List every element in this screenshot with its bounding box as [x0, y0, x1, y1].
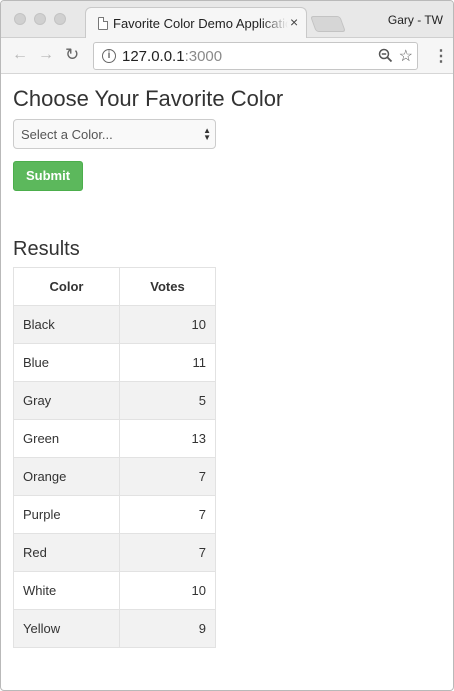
select-arrows-icon: ▲ ▼: [203, 126, 211, 142]
table-row: Green 13: [13, 419, 216, 458]
table-row: White 10: [13, 571, 216, 610]
maximize-window-button[interactable]: [54, 13, 66, 25]
color-cell: Black: [13, 305, 120, 344]
profile-name[interactable]: Gary - TW: [388, 13, 443, 27]
color-cell: Purple: [13, 495, 120, 534]
table-row: Purple 7: [13, 495, 216, 534]
arrow-right-icon[interactable]: →: [38, 46, 54, 64]
results-heading: Results: [13, 238, 80, 260]
table-row: Red 7: [13, 533, 216, 572]
votes-cell: 10: [119, 305, 216, 344]
votes-cell: 7: [119, 457, 216, 496]
kebab-menu-icon[interactable]: ⋮: [433, 46, 449, 66]
tab-title: Favorite Color Demo Application: [113, 16, 288, 31]
browser-tab[interactable]: Favorite Color Demo Application ×: [85, 7, 307, 39]
url-text[interactable]: 127.0.0.1:3000: [122, 48, 222, 65]
zoom-out-icon[interactable]: [378, 48, 393, 66]
document-icon: [98, 17, 108, 30]
star-icon[interactable]: ☆: [399, 46, 413, 66]
votes-cell: 5: [119, 381, 216, 420]
color-cell: Gray: [13, 381, 120, 420]
votes-cell: 13: [119, 419, 216, 458]
info-icon[interactable]: i: [102, 49, 116, 63]
votes-cell: 11: [119, 343, 216, 382]
color-select-value: Select a Color...: [21, 127, 113, 142]
address-bar[interactable]: i 127.0.0.1:3000 ☆: [93, 42, 418, 70]
votes-cell: 10: [119, 571, 216, 610]
tab-strip: Favorite Color Demo Application × Gary -…: [1, 1, 453, 39]
column-header-votes: Votes: [119, 267, 216, 306]
votes-cell: 7: [119, 533, 216, 572]
table-row: Black 10: [13, 305, 216, 344]
table-row: Yellow 9: [13, 609, 216, 648]
color-cell: Yellow: [13, 609, 120, 648]
tab-close-icon[interactable]: ×: [290, 14, 298, 30]
browser-window: Favorite Color Demo Application × Gary -…: [0, 0, 454, 691]
color-cell: Red: [13, 533, 120, 572]
color-select[interactable]: Select a Color... ▲ ▼: [13, 119, 216, 149]
reload-icon[interactable]: ↻: [65, 45, 79, 65]
table-row: Gray 5: [13, 381, 216, 420]
minimize-window-button[interactable]: [34, 13, 46, 25]
column-header-color: Color: [13, 267, 120, 306]
color-cell: White: [13, 571, 120, 610]
color-cell: Blue: [13, 343, 120, 382]
page-title: Choose Your Favorite Color: [13, 86, 284, 111]
submit-button[interactable]: Submit: [13, 161, 83, 191]
color-cell: Orange: [13, 457, 120, 496]
browser-toolbar: ← → ↻ i 127.0.0.1:3000 ☆ ⋮: [1, 38, 453, 74]
color-cell: Green: [13, 419, 120, 458]
close-window-button[interactable]: [14, 13, 26, 25]
table-header-row: Color Votes: [13, 267, 216, 306]
arrow-left-icon[interactable]: ←: [12, 46, 28, 64]
results-table: Color Votes Black 10 Blue 11 Gray 5 Gree…: [13, 267, 216, 648]
votes-cell: 9: [119, 609, 216, 648]
new-tab-button[interactable]: [310, 16, 346, 32]
table-row: Blue 11: [13, 343, 216, 382]
table-row: Orange 7: [13, 457, 216, 496]
url-port: :3000: [184, 48, 223, 65]
votes-cell: 7: [119, 495, 216, 534]
url-host: 127.0.0.1: [122, 48, 185, 65]
